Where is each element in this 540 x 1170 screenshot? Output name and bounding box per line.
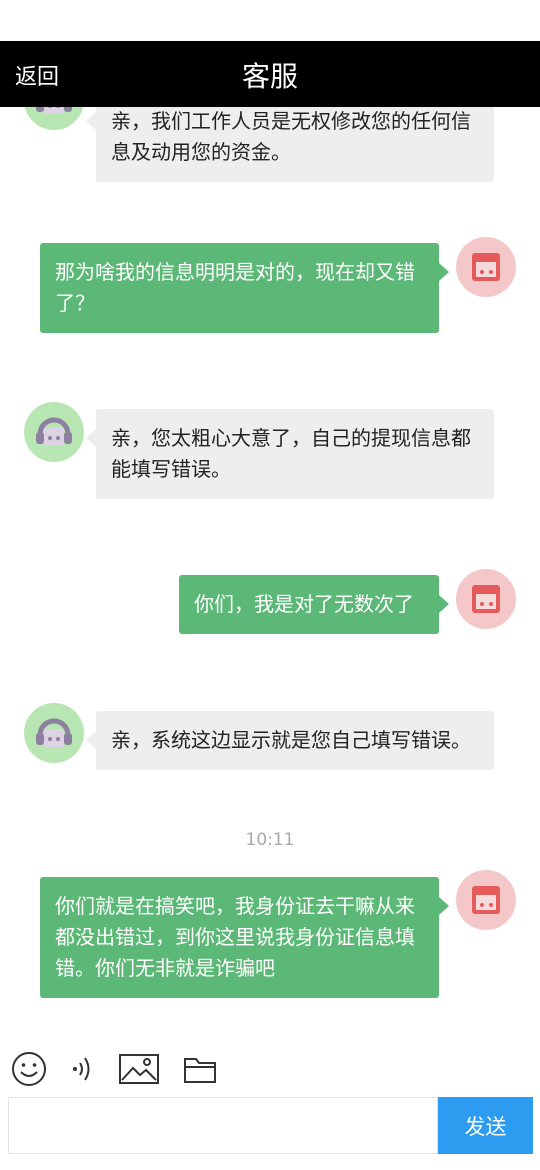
user-avatar: [456, 237, 516, 297]
folder-button[interactable]: [182, 1046, 218, 1092]
headset-agent-icon: [36, 417, 72, 446]
agent-message: 亲，您太粗心大意了，自己的提现信息都能填写错误。: [86, 409, 494, 499]
user-avatar: [456, 870, 516, 930]
input-toolbar: [0, 1046, 540, 1092]
folder-icon: [184, 1058, 216, 1083]
message-text: 亲，您太粗心大意了，自己的提现信息都能填写错误。: [111, 426, 471, 481]
image-button[interactable]: [118, 1046, 160, 1092]
chat-area[interactable]: 亲，我们工作人员是无权修改您的任何信息及动用您的资金。 那为啥我的信息明明是对的…: [0, 0, 540, 1040]
message-text: 你们，我是对了无数次了: [194, 592, 414, 616]
page-title: 客服: [241, 60, 298, 93]
header-bar: 返回 客服: [0, 41, 540, 107]
user-message: 那为啥我的信息明明是对的，现在却又错了？: [40, 243, 449, 333]
message-text: 那为啥我的信息明明是对的，现在却又错了？: [55, 260, 415, 315]
message-text: 你们就是在搞笑吧，我身份证去干嘛从来都没出错过，到你这里说我身份证信息填错。你们…: [55, 894, 415, 980]
emoji-icon: [12, 1052, 46, 1086]
emoji-button[interactable]: [8, 1046, 50, 1092]
message-text: 亲，系统这边显示就是您自己填写错误。: [111, 728, 471, 752]
image-icon: [119, 1054, 159, 1084]
voice-button[interactable]: [66, 1046, 98, 1092]
user-face-icon: [472, 253, 500, 281]
composer: 发送: [8, 1097, 534, 1154]
user-face-icon: [472, 585, 500, 613]
headset-agent-icon: [36, 718, 72, 747]
agent-message: 亲，系统这边显示就是您自己填写错误。: [86, 711, 494, 770]
voice-icon: [73, 1057, 90, 1081]
agent-avatar: [24, 703, 84, 763]
message-input[interactable]: [8, 1097, 438, 1154]
user-message: 你们就是在搞笑吧，我身份证去干嘛从来都没出错过，到你这里说我身份证信息填错。你们…: [40, 877, 449, 998]
message-timestamp: 10:11: [245, 830, 295, 850]
message-text: 亲，我们工作人员是无权修改您的任何信息及动用您的资金。: [111, 109, 471, 164]
send-button[interactable]: 发送: [438, 1097, 533, 1154]
user-face-icon: [472, 886, 500, 914]
agent-avatar: [24, 402, 84, 462]
user-message: 你们，我是对了无数次了: [179, 575, 449, 634]
user-avatar: [456, 569, 516, 629]
